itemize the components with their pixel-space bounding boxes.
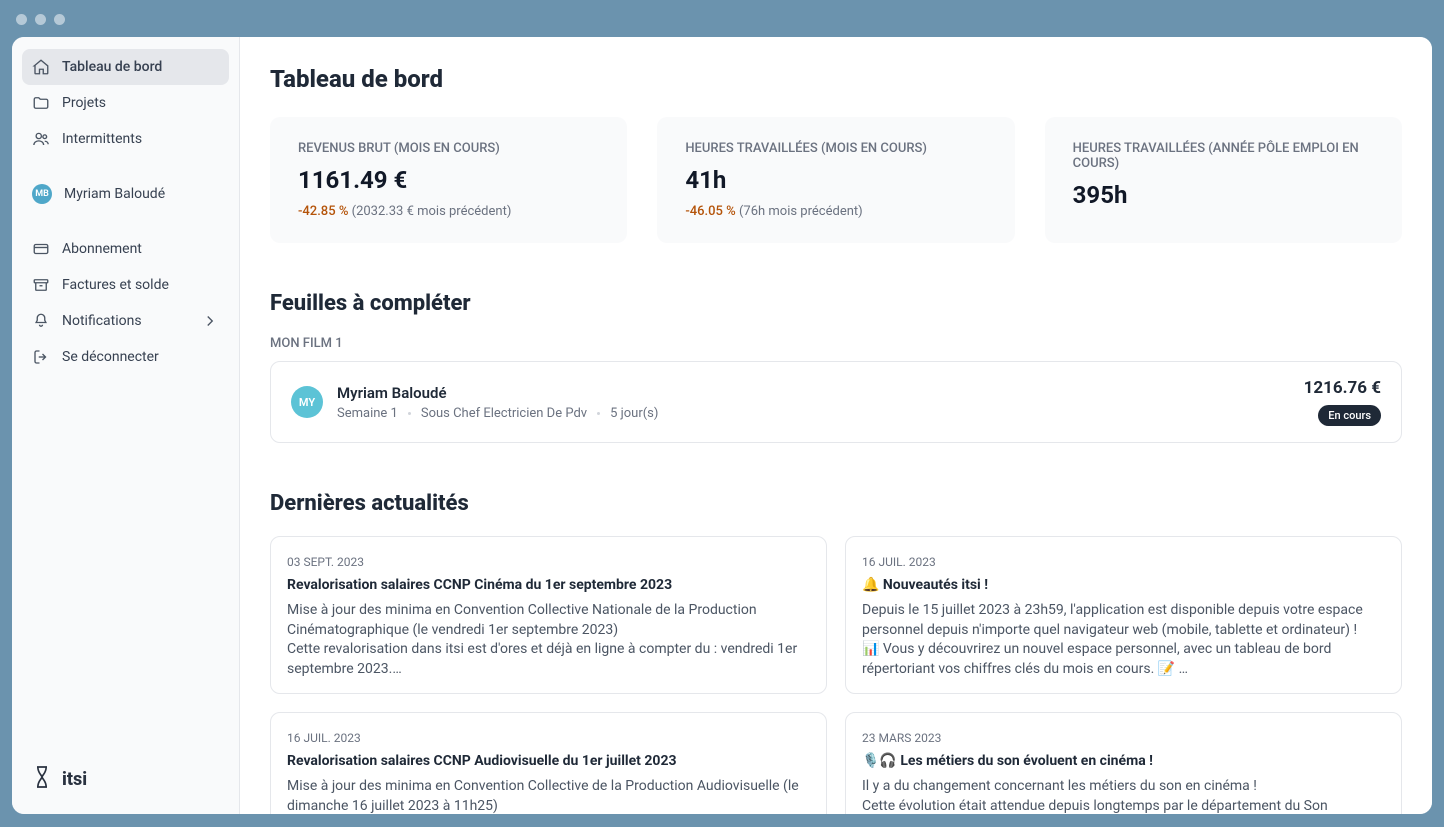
sidebar-brand: itsi [22, 754, 229, 802]
sidebar-item-invoices[interactable]: Factures et solde [22, 267, 229, 303]
stats-row: REVENUS BRUT (MOIS EN COURS) 1161.49 € -… [270, 117, 1402, 243]
window-chrome: Tableau de bord Projets Intermittents MB… [0, 0, 1444, 827]
folder-icon [32, 94, 50, 112]
stat-value: 395h [1073, 181, 1374, 209]
news-grid: 03 SEPT. 2023 Revalorisation salaires CC… [270, 536, 1402, 814]
sidebar-user-name: Myriam Baloudé [64, 186, 165, 202]
news-body: Mise à jour des minima en Convention Col… [287, 777, 810, 814]
sidebar-item-intermittents[interactable]: Intermittents [22, 121, 229, 157]
stat-change: -46.05 % (76h mois précédent) [685, 204, 986, 219]
user-avatar-icon: MB [32, 184, 52, 204]
sheets-project-name: MON FILM 1 [270, 336, 1402, 351]
sheet-person-name: Myriam Baloudé [337, 384, 1290, 402]
news-card[interactable]: 23 MARS 2023 🎙️🎧 Les métiers du son évol… [845, 712, 1402, 814]
sidebar-item-dashboard[interactable]: Tableau de bord [22, 49, 229, 85]
sheet-card[interactable]: MY Myriam Baloudé Semaine 1 Sous Chef El… [270, 361, 1402, 443]
home-icon [32, 58, 50, 76]
sidebar-item-logout[interactable]: Se déconnecter [22, 339, 229, 375]
users-icon [32, 130, 50, 148]
news-date: 23 MARS 2023 [862, 731, 1385, 745]
news-title: 🎙️🎧 Les métiers du son évoluent en ciném… [862, 753, 1385, 769]
news-title: Revalorisation salaires CCNP Audiovisuel… [287, 753, 810, 769]
stat-pct: -46.05 % [685, 204, 735, 219]
sheet-week: Semaine 1 [337, 406, 398, 421]
window-minimize-dot[interactable] [35, 14, 46, 25]
logout-icon [32, 348, 50, 366]
stat-value: 1161.49 € [298, 166, 599, 194]
sheet-days: 5 jour(s) [610, 406, 658, 421]
sidebar-item-label: Projets [62, 95, 106, 111]
sheet-info: Myriam Baloudé Semaine 1 Sous Chef Elect… [337, 384, 1290, 421]
credit-card-icon [32, 240, 50, 258]
main-content: Tableau de bord REVENUS BRUT (MOIS EN CO… [240, 37, 1432, 814]
stat-prev: (76h mois précédent) [739, 204, 863, 219]
sidebar-item-label: Intermittents [62, 131, 142, 147]
stat-card-hours-year: HEURES TRAVAILLÉES (ANNÉE PÔLE EMPLOI EN… [1045, 117, 1402, 243]
news-card[interactable]: 16 JUIL. 2023 Revalorisation salaires CC… [270, 712, 827, 814]
news-section-title: Dernières actualités [270, 491, 1402, 516]
news-date: 16 JUIL. 2023 [862, 555, 1385, 569]
page-title: Tableau de bord [270, 65, 1402, 93]
sidebar-item-subscription[interactable]: Abonnement [22, 231, 229, 267]
brand-text: itsi [62, 769, 87, 790]
window-controls [0, 8, 1444, 37]
news-body: Il y a du changement concernant les méti… [862, 777, 1385, 814]
meta-separator-icon [408, 412, 411, 415]
sidebar-item-notifications[interactable]: Notifications [22, 303, 229, 339]
news-date: 03 SEPT. 2023 [287, 555, 810, 569]
news-body: Mise à jour des minima en Convention Col… [287, 601, 810, 679]
archive-icon [32, 276, 50, 294]
sheets-section-title: Feuilles à compléter [270, 291, 1402, 316]
sheet-meta: Semaine 1 Sous Chef Electricien De Pdv 5… [337, 406, 1290, 421]
news-title: 🔔 Nouveautés itsi ! [862, 577, 1385, 593]
status-badge: En cours [1318, 405, 1381, 426]
stat-label: HEURES TRAVAILLÉES (MOIS EN COURS) [685, 141, 986, 156]
news-date: 16 JUIL. 2023 [287, 731, 810, 745]
stat-change: -42.85 % (2032.33 € mois précédent) [298, 204, 599, 219]
sidebar-divider [22, 213, 229, 231]
sheet-role: Sous Chef Electricien De Pdv [421, 406, 587, 421]
sheet-avatar-icon: MY [291, 386, 323, 418]
app-container: Tableau de bord Projets Intermittents MB… [12, 37, 1432, 814]
news-title: Revalorisation salaires CCNP Cinéma du 1… [287, 577, 810, 593]
sidebar-item-label: Se déconnecter [62, 349, 159, 365]
sidebar-divider [22, 157, 229, 175]
meta-separator-icon [597, 412, 600, 415]
sheet-amount: 1216.76 € [1304, 378, 1381, 398]
chevron-right-icon [201, 312, 219, 330]
window-close-dot[interactable] [16, 14, 27, 25]
bell-icon [32, 312, 50, 330]
sidebar-item-projects[interactable]: Projets [22, 85, 229, 121]
stat-card-hours-month: HEURES TRAVAILLÉES (MOIS EN COURS) 41h -… [657, 117, 1014, 243]
stat-card-revenue: REVENUS BRUT (MOIS EN COURS) 1161.49 € -… [270, 117, 627, 243]
window-maximize-dot[interactable] [54, 14, 65, 25]
sidebar-item-label: Factures et solde [62, 277, 169, 293]
sidebar: Tableau de bord Projets Intermittents MB… [12, 37, 240, 814]
sheet-right: 1216.76 € En cours [1304, 378, 1381, 426]
stat-label: HEURES TRAVAILLÉES (ANNÉE PÔLE EMPLOI EN… [1073, 141, 1374, 171]
news-card[interactable]: 03 SEPT. 2023 Revalorisation salaires CC… [270, 536, 827, 694]
sidebar-item-label: Tableau de bord [62, 59, 162, 75]
sidebar-item-label: Abonnement [62, 241, 142, 257]
sidebar-item-label: Notifications [62, 313, 142, 329]
news-card[interactable]: 16 JUIL. 2023 🔔 Nouveautés itsi ! Depuis… [845, 536, 1402, 694]
news-body: Depuis le 15 juillet 2023 à 23h59, l'app… [862, 601, 1385, 679]
stat-label: REVENUS BRUT (MOIS EN COURS) [298, 141, 599, 156]
stat-prev: (2032.33 € mois précédent) [352, 204, 512, 219]
stat-value: 41h [685, 166, 986, 194]
stat-pct: -42.85 % [298, 204, 348, 219]
sidebar-item-user[interactable]: MB Myriam Baloudé [22, 175, 229, 213]
hourglass-icon [32, 764, 52, 794]
